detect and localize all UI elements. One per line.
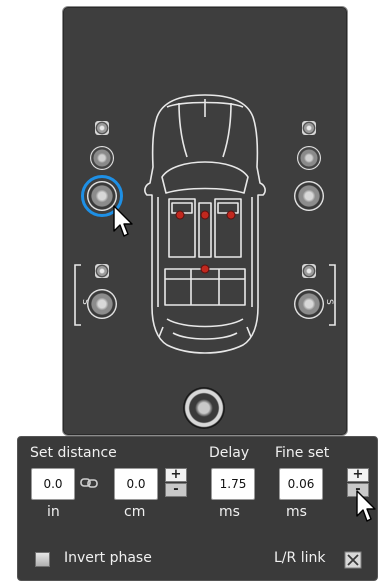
fine-set-plus-button[interactable]: + xyxy=(347,468,369,482)
left-rear-woofer-speaker[interactable] xyxy=(87,289,117,319)
right-front-woofer-speaker[interactable] xyxy=(294,181,324,211)
lr-link-toggle[interactable] xyxy=(344,551,362,569)
invert-phase-label: Invert phase xyxy=(64,550,152,566)
fine-set-field[interactable]: 0.06 xyxy=(279,468,323,500)
left-front-mid-speaker[interactable] xyxy=(90,146,114,170)
right-front-mid-speaker[interactable] xyxy=(297,146,321,170)
unit-ms-delay-label: ms xyxy=(219,504,240,520)
fine-set-label: Fine set xyxy=(275,445,330,461)
car-outline: S S xyxy=(74,94,336,354)
set-distance-label: Set distance xyxy=(30,445,117,461)
right-rear-bracket-label: S xyxy=(324,299,334,305)
left-front-tweeter-speaker[interactable] xyxy=(95,121,109,135)
distance-in-field[interactable]: 0.0 xyxy=(31,468,75,500)
link-chain-icon xyxy=(80,478,98,488)
distance-minus-button[interactable]: - xyxy=(165,483,187,497)
car-view-panel: S S xyxy=(62,6,348,436)
delay-label: Delay xyxy=(209,445,250,461)
right-rear-woofer-speaker[interactable] xyxy=(294,289,324,319)
right-rear-tweeter-speaker[interactable] xyxy=(302,264,316,278)
subwoofer-speaker[interactable] xyxy=(183,387,225,429)
right-front-tweeter-speaker[interactable] xyxy=(302,121,316,135)
controls-panel: Set distance Delay Fine set 0.0 0.0 + - … xyxy=(17,436,378,581)
unit-cm-label: cm xyxy=(124,504,146,520)
distance-cm-field[interactable]: 0.0 xyxy=(114,468,158,500)
distance-plus-button[interactable]: + xyxy=(165,468,187,482)
lr-link-label: L/R link xyxy=(274,550,326,566)
delay-field[interactable]: 1.75 xyxy=(211,468,255,500)
left-rear-tweeter-speaker[interactable] xyxy=(95,264,109,278)
unit-in-label: in xyxy=(47,504,60,520)
invert-phase-checkbox[interactable] xyxy=(35,552,50,567)
mouse-cursor-icon xyxy=(113,205,133,237)
mouse-cursor-icon-2 xyxy=(356,490,376,522)
unit-ms-fine-label: ms xyxy=(286,504,307,520)
